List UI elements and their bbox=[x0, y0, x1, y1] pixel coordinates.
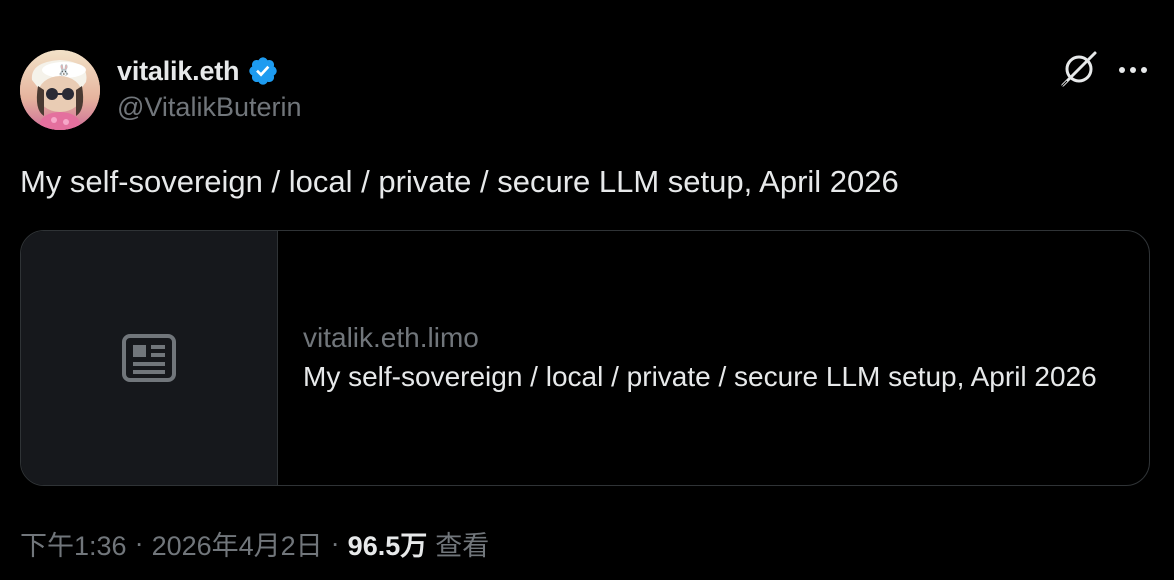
author-name-row: vitalik.eth bbox=[117, 52, 279, 90]
more-horizontal-icon bbox=[1119, 67, 1147, 73]
grok-icon bbox=[1061, 51, 1097, 87]
author-display-name[interactable]: vitalik.eth bbox=[117, 56, 240, 87]
tweet-timestamp-time[interactable]: 下午1:36 bbox=[20, 524, 127, 563]
meta-separator: · bbox=[134, 528, 144, 558]
grok-button[interactable] bbox=[1058, 48, 1100, 90]
link-card-domain: vitalik.eth.limo bbox=[303, 322, 479, 353]
link-card-thumbnail bbox=[21, 231, 278, 485]
article-icon bbox=[122, 334, 176, 382]
verified-badge-icon[interactable] bbox=[247, 55, 279, 87]
avatar-image: 🐰 bbox=[20, 50, 100, 130]
tweet-meta: 下午1:36 · 2026年4月2日 · 96.5万 查看 bbox=[20, 524, 489, 563]
more-options-button[interactable] bbox=[1114, 56, 1152, 84]
author-handle[interactable]: @VitalikButerin bbox=[117, 92, 302, 123]
link-card[interactable]: vitalik.eth.limo My self-sovereign / loc… bbox=[20, 230, 1150, 486]
meta-separator: · bbox=[330, 528, 340, 558]
views-label[interactable]: 查看 bbox=[435, 524, 489, 563]
link-card-title: My self-sovereign / local / private / se… bbox=[303, 361, 1097, 392]
avatar[interactable]: 🐰 bbox=[20, 50, 100, 130]
views-count[interactable]: 96.5万 bbox=[348, 524, 428, 563]
svg-text:🐰: 🐰 bbox=[57, 64, 71, 77]
tweet-text: My self-sovereign / local / private / se… bbox=[20, 164, 899, 199]
tweet-container: 🐰 vitalik.eth @VitalikButerin My self-so… bbox=[0, 0, 1174, 580]
link-card-body: vitalik.eth.limo My self-sovereign / loc… bbox=[278, 231, 1149, 485]
tweet-timestamp-date[interactable]: 2026年4月2日 bbox=[152, 524, 323, 563]
